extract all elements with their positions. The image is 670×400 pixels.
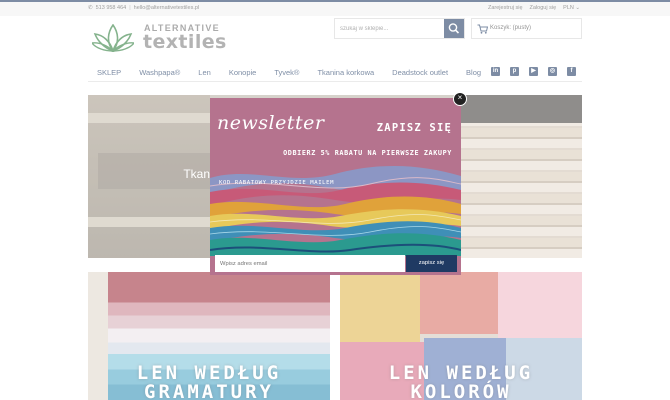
- subscribe-button[interactable]: zapisz się: [406, 255, 457, 272]
- close-icon[interactable]: ×: [453, 92, 467, 106]
- discount-offer-text: ODBIERZ 5% RABATU NA PIERWSZE ZAKUPY: [283, 149, 452, 157]
- waves-illustration: [210, 165, 461, 256]
- subscribe-cta: ZAPISZ SIĘ: [376, 122, 452, 134]
- newsletter-popup: newsletter ZAPISZ SIĘ ODBIERZ 5% RABATU …: [210, 98, 461, 275]
- code-note-text: KOD RABATOWY PRZYJDZIE MAILEM: [219, 180, 335, 186]
- newsletter-heading: newsletter: [217, 112, 325, 134]
- newsletter-form: zapisz się: [215, 255, 457, 272]
- email-input[interactable]: [215, 255, 405, 272]
